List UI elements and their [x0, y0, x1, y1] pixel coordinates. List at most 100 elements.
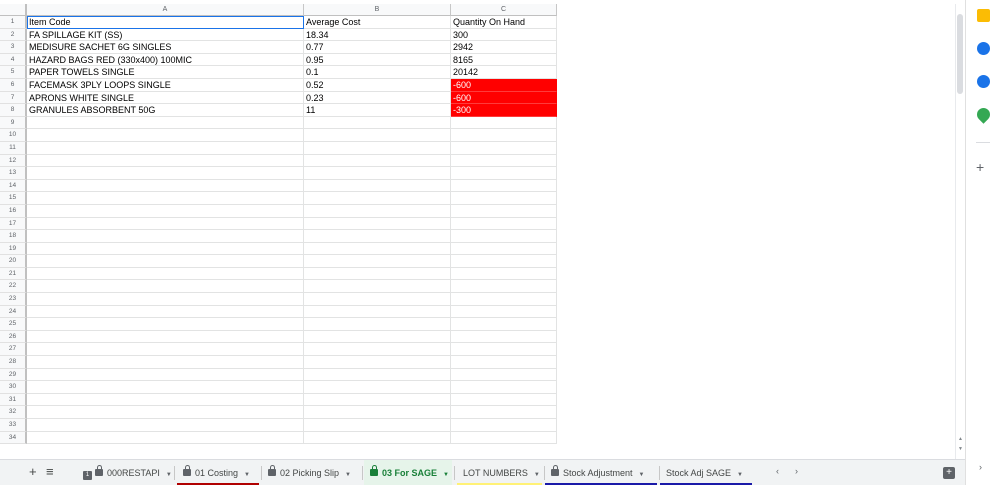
- cell-b19[interactable]: [304, 242, 451, 256]
- cell-c1[interactable]: Quantity On Hand: [451, 16, 557, 29]
- cell-a10[interactable]: [27, 129, 304, 142]
- row-number[interactable]: 26: [0, 330, 27, 344]
- column-header-b[interactable]: B: [304, 4, 451, 16]
- cell-a16[interactable]: [27, 204, 304, 218]
- row-number[interactable]: 7: [0, 91, 27, 105]
- cell-b34[interactable]: [304, 431, 451, 445]
- cell-a22[interactable]: [27, 280, 304, 294]
- cell-b23[interactable]: [304, 293, 451, 306]
- get-addons-icon[interactable]: +: [976, 160, 984, 174]
- tab-scroll-right-icon[interactable]: ›: [795, 466, 798, 476]
- cell-b27[interactable]: [304, 343, 451, 357]
- row-number[interactable]: 31: [0, 393, 27, 407]
- cell-c27[interactable]: [451, 343, 557, 357]
- cell-a30[interactable]: [27, 381, 304, 394]
- row-number[interactable]: 3: [0, 41, 27, 54]
- cell-b21[interactable]: [304, 267, 451, 281]
- cell-a13[interactable]: [27, 167, 304, 180]
- cell-c15[interactable]: [451, 192, 557, 205]
- tab-menu-caret-icon[interactable]: ▼: [737, 472, 743, 478]
- cell-c21[interactable]: [451, 267, 557, 281]
- cell-c12[interactable]: [451, 154, 557, 168]
- row-number[interactable]: 19: [0, 242, 27, 256]
- cell-b15[interactable]: [304, 192, 451, 205]
- cell-a9[interactable]: [27, 116, 304, 130]
- cell-a7[interactable]: APRONS WHITE SINGLE: [27, 91, 304, 105]
- cell-c24[interactable]: [451, 305, 557, 319]
- cell-c33[interactable]: [451, 419, 557, 432]
- cell-a6[interactable]: FACEMASK 3PLY LOOPS SINGLE: [27, 78, 304, 92]
- cell-a24[interactable]: [27, 305, 304, 319]
- cell-b7[interactable]: 0.23: [304, 91, 451, 105]
- tab-menu-caret-icon[interactable]: ▼: [166, 472, 172, 478]
- cell-c2[interactable]: 300: [451, 28, 557, 42]
- scroll-up-arrow-icon[interactable]: ▲: [958, 436, 963, 442]
- cell-b28[interactable]: [304, 356, 451, 369]
- select-all-corner[interactable]: [0, 4, 27, 16]
- vertical-scrollbar-thumb[interactable]: [957, 14, 963, 94]
- cell-c6[interactable]: -600: [451, 78, 557, 92]
- sheet-tab[interactable]: 1 000RESTAPI ▼: [77, 460, 172, 485]
- cell-c22[interactable]: [451, 280, 557, 294]
- sheet-tab[interactable]: 03 For SAGE ▼: [364, 460, 452, 485]
- tab-scroll-left-icon[interactable]: ‹: [776, 466, 779, 476]
- row-number[interactable]: 23: [0, 293, 27, 306]
- cell-a2[interactable]: FA SPILLAGE KIT (SS): [27, 28, 304, 42]
- cell-a4[interactable]: HAZARD BAGS RED (330x400) 100MIC: [27, 53, 304, 67]
- cell-b12[interactable]: [304, 154, 451, 168]
- sheet-tab[interactable]: LOT NUMBERS ▼: [457, 460, 542, 485]
- cell-c30[interactable]: [451, 381, 557, 394]
- row-number[interactable]: 6: [0, 78, 27, 92]
- tab-menu-caret-icon[interactable]: ▼: [244, 472, 250, 478]
- cell-c3[interactable]: 2942: [451, 41, 557, 54]
- cell-a34[interactable]: [27, 431, 304, 445]
- cell-a33[interactable]: [27, 419, 304, 432]
- row-number[interactable]: 17: [0, 217, 27, 231]
- cell-c14[interactable]: [451, 179, 557, 193]
- cell-a32[interactable]: [27, 406, 304, 419]
- cell-a5[interactable]: PAPER TOWELS SINGLE: [27, 66, 304, 79]
- cell-b25[interactable]: [304, 318, 451, 331]
- cell-c18[interactable]: [451, 230, 557, 243]
- cell-c7[interactable]: -600: [451, 91, 557, 105]
- tab-menu-caret-icon[interactable]: ▼: [639, 472, 645, 478]
- row-number[interactable]: 30: [0, 381, 27, 394]
- row-number[interactable]: 15: [0, 192, 27, 205]
- row-number[interactable]: 13: [0, 167, 27, 180]
- sheet-tab[interactable]: 01 Costing ▼: [177, 460, 259, 485]
- row-number[interactable]: 33: [0, 419, 27, 432]
- cell-b13[interactable]: [304, 167, 451, 180]
- cell-b11[interactable]: [304, 141, 451, 155]
- maps-icon[interactable]: [974, 105, 993, 124]
- tab-menu-caret-icon[interactable]: ▼: [443, 472, 449, 478]
- row-number[interactable]: 5: [0, 66, 27, 79]
- cell-a20[interactable]: [27, 255, 304, 268]
- cell-b6[interactable]: 0.52: [304, 78, 451, 92]
- cell-c23[interactable]: [451, 293, 557, 306]
- cell-b26[interactable]: [304, 330, 451, 344]
- row-number[interactable]: 11: [0, 141, 27, 155]
- row-number[interactable]: 21: [0, 267, 27, 281]
- row-number[interactable]: 4: [0, 53, 27, 67]
- cell-c4[interactable]: 8165: [451, 53, 557, 67]
- cell-b3[interactable]: 0.77: [304, 41, 451, 54]
- cell-a18[interactable]: [27, 230, 304, 243]
- cell-c28[interactable]: [451, 356, 557, 369]
- row-number[interactable]: 22: [0, 280, 27, 294]
- cell-a21[interactable]: [27, 267, 304, 281]
- cell-b8[interactable]: 11: [304, 104, 451, 117]
- row-number[interactable]: 25: [0, 318, 27, 331]
- sheet-tab[interactable]: Stock Adjustment ▼: [545, 460, 657, 485]
- cell-a25[interactable]: [27, 318, 304, 331]
- row-number[interactable]: 8: [0, 104, 27, 117]
- cell-b2[interactable]: 18.34: [304, 28, 451, 42]
- contacts-icon[interactable]: [977, 75, 990, 88]
- cell-c20[interactable]: [451, 255, 557, 268]
- cell-b31[interactable]: [304, 393, 451, 407]
- cell-a29[interactable]: [27, 368, 304, 382]
- cell-a12[interactable]: [27, 154, 304, 168]
- cell-b22[interactable]: [304, 280, 451, 294]
- cell-b10[interactable]: [304, 129, 451, 142]
- cell-a27[interactable]: [27, 343, 304, 357]
- cell-b16[interactable]: [304, 204, 451, 218]
